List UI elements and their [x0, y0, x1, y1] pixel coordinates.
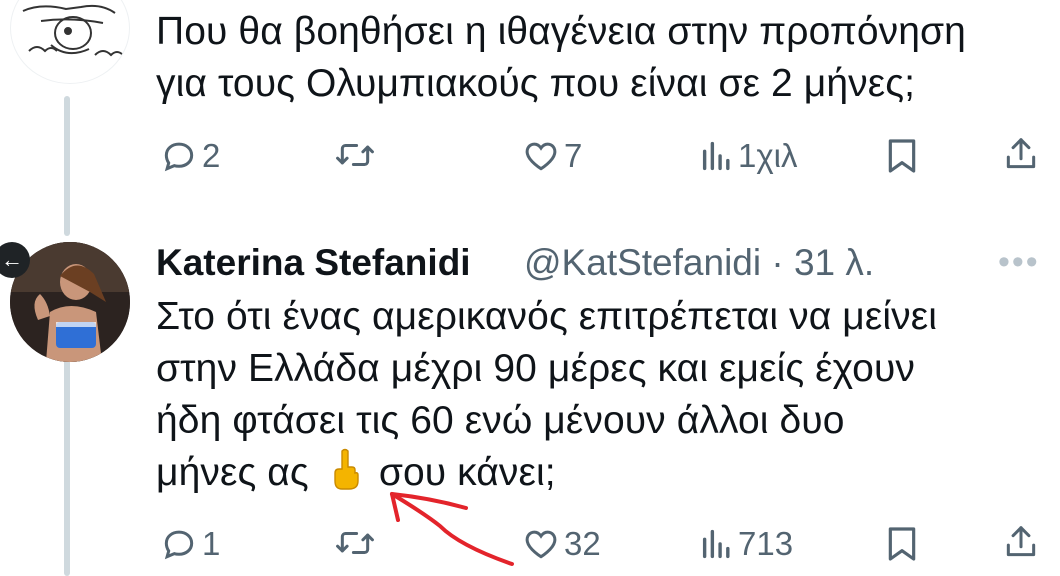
bookmark-icon — [888, 527, 916, 561]
views-count: 1χιλ — [738, 137, 798, 174]
middle-finger-emoji — [325, 447, 369, 491]
retweet-button[interactable] — [334, 524, 376, 562]
reply-button[interactable]: 1 — [160, 524, 220, 564]
views-button[interactable]: 713 — [700, 524, 793, 564]
author-handle[interactable]: @KatStefanidi · 31 λ. — [524, 240, 874, 286]
tweet-text-line: στην Ελλάδα μέχρι 90 μέρες και εμείς έχο… — [156, 347, 915, 390]
views-count: 713 — [738, 525, 794, 562]
tweet-text: Στο ότι ένας αμερικανός επιτρέπεται να μ… — [156, 291, 1036, 499]
more-options-icon[interactable]: ••• — [998, 244, 1040, 280]
tweet-text-line: ήδη φτάσει τις 60 ενώ μένουν άλλοι δυο — [156, 399, 845, 442]
tweet-text: Που θα βοηθήσει η ιθαγένεια στην προπόνη… — [156, 6, 1036, 110]
share-button[interactable] — [1002, 522, 1040, 562]
avatar[interactable] — [10, 0, 130, 84]
reply-icon — [164, 530, 194, 560]
like-button[interactable]: 32 — [522, 524, 601, 564]
reply-count: 2 — [202, 137, 221, 174]
tweet-text-line: Στο ότι ένας αμερικανός επιτρέπεται να μ… — [156, 295, 937, 338]
tweet-text-line: μήνες ας σου κάνει; — [156, 447, 1036, 499]
views-button[interactable]: 1χιλ — [700, 136, 798, 176]
tweet-text-line: Που θα βοηθήσει η ιθαγένεια στην προπόνη… — [156, 10, 966, 53]
annotation-arrow — [390, 492, 514, 566]
share-button[interactable] — [1002, 134, 1040, 174]
tweet-text-line: για τους Ολυμπιακούς που είναι σε 2 μήνε… — [156, 62, 916, 105]
airplane-cartoon-icon — [22, 4, 124, 57]
bookmark-button[interactable] — [884, 136, 920, 176]
share-icon — [1006, 526, 1036, 557]
like-icon — [525, 530, 557, 559]
share-icon — [1006, 138, 1036, 169]
like-button[interactable]: 7 — [522, 136, 582, 176]
like-icon — [525, 142, 557, 171]
reply-button[interactable]: 2 — [160, 136, 220, 176]
thread-connector-line — [64, 350, 70, 576]
bookmark-button[interactable] — [884, 524, 920, 564]
retweet-icon — [336, 143, 374, 167]
reply-icon — [164, 142, 194, 172]
like-count: 7 — [564, 137, 583, 174]
author-name[interactable]: Katerina Stefanidi — [156, 240, 471, 286]
views-icon — [702, 529, 730, 559]
thread-connector-line — [64, 96, 70, 236]
like-count: 32 — [564, 525, 601, 562]
retweet-button[interactable] — [334, 136, 376, 174]
tweet-text-segment: μήνες ας — [156, 451, 309, 494]
reply-count: 1 — [202, 525, 221, 562]
views-icon — [702, 141, 730, 171]
bookmark-icon — [888, 139, 916, 173]
retweet-icon — [336, 531, 374, 555]
